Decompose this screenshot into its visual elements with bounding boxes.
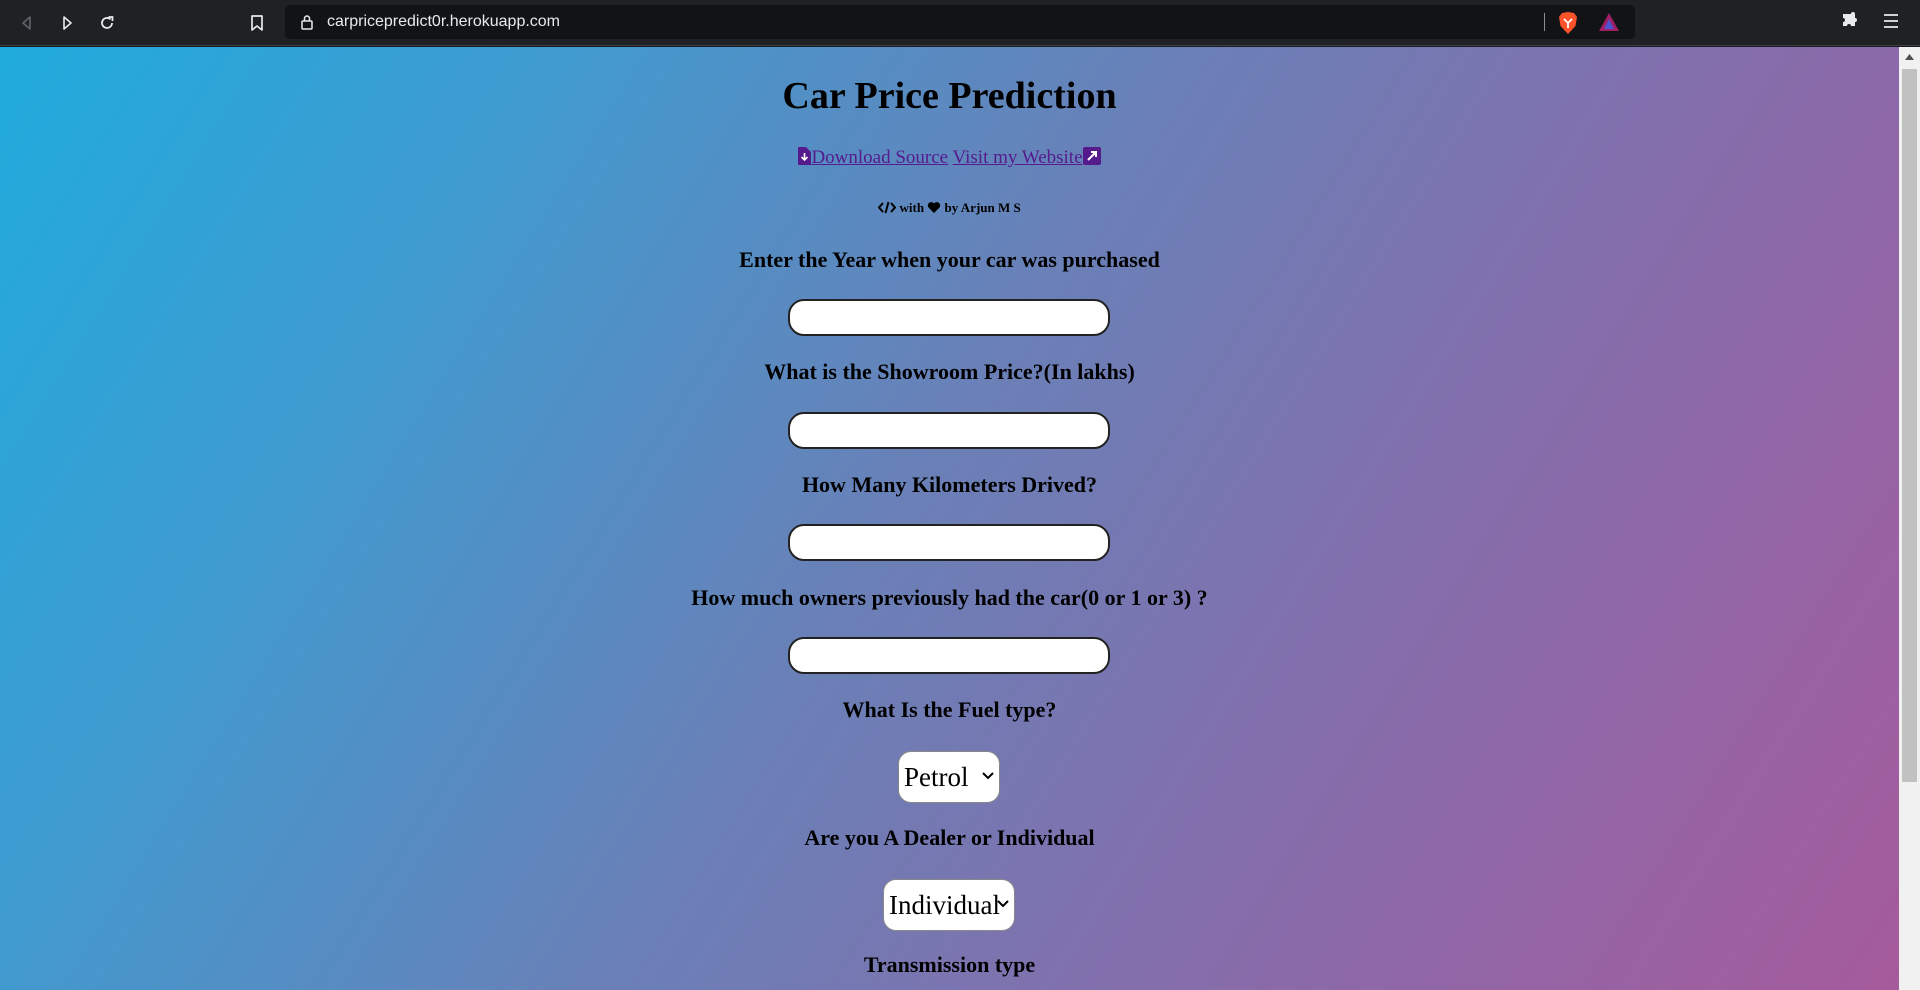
bookmark-icon [251,15,263,31]
back-button[interactable] [13,9,41,37]
year-input[interactable] [788,299,1110,336]
address-bar[interactable]: carpricepredict0r.herokuapp.com [285,5,1635,39]
chevron-down-icon [997,900,1009,908]
scrollbar-thumb[interactable] [1902,69,1917,782]
credit-line: with by Arjun M S [0,200,1899,216]
reload-icon [101,16,114,29]
download-source-label: Download Source [811,147,949,168]
visit-website-link[interactable]: Visit my Website [953,147,1101,168]
visit-website-label: Visit my Website [952,147,1083,168]
credit-author: by Arjun M S [944,200,1021,215]
code-icon [877,201,897,214]
kilometers-input[interactable] [788,524,1110,561]
download-file-icon [798,147,812,165]
fuel-type-selected: Petrol [904,761,969,792]
page-scrollbar[interactable] [1899,47,1920,990]
year-label: Enter the Year when your car was purchas… [739,247,1160,272]
brave-shield-icon[interactable] [1557,11,1579,35]
forward-button[interactable] [53,9,81,37]
page-title: Car Price Prediction [782,75,1117,117]
menu-icon[interactable] [1882,11,1900,31]
reload-button[interactable] [93,9,121,37]
heart-icon [928,202,941,213]
seller-type-label: Are you A Dealer or Individual [804,825,1095,850]
transmission-label: Transmission type [863,952,1036,977]
fuel-type-select[interactable]: Petrol [898,751,1000,803]
extensions-icon[interactable] [1840,11,1862,33]
bookmark-button[interactable] [243,9,271,37]
owners-label: How much owners previously had the car(0… [691,585,1208,610]
chevron-down-icon [982,772,994,780]
header-links: Download Source Visit my Website [0,147,1899,169]
brave-rewards-icon[interactable] [1598,12,1620,32]
page-viewport: Car Price Prediction Download Source Vis… [0,47,1899,990]
seller-type-select[interactable]: Individual [883,879,1015,931]
kilometers-label: How Many Kilometers Drived? [801,472,1098,497]
showroom-price-input[interactable] [788,412,1110,449]
credit-with: with [899,200,925,215]
fuel-type-label: What Is the Fuel type? [842,697,1057,722]
seller-type-selected: Individual [889,889,1000,920]
owners-input[interactable] [788,637,1110,674]
url-divider [1544,13,1545,31]
scroll-up-arrow-icon[interactable] [1904,53,1915,61]
lock-icon [301,15,313,30]
download-source-link[interactable]: Download Source [798,147,948,168]
showroom-price-label: What is the Showroom Price?(In lakhs) [764,359,1135,384]
forward-icon [63,16,72,30]
external-link-icon [1082,147,1101,165]
url-text[interactable]: carpricepredict0r.herokuapp.com [327,13,560,31]
back-icon [22,16,31,30]
browser-toolbar: carpricepredict0r.herokuapp.com [0,0,1920,46]
